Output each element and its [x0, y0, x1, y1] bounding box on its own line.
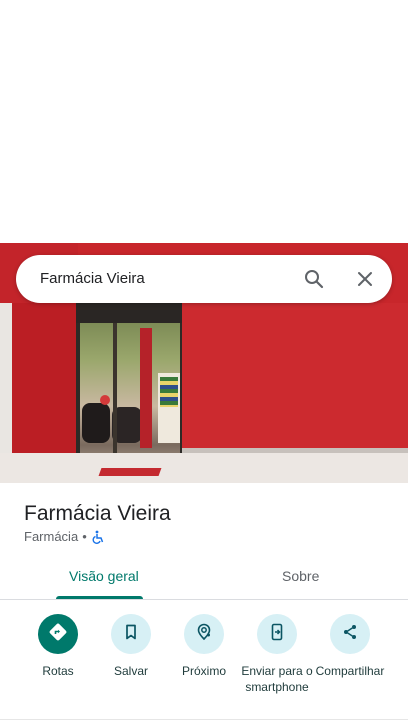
close-icon[interactable] [353, 267, 377, 291]
directions-label: Rotas [42, 664, 74, 678]
place-title: Farmácia Vieira [24, 502, 171, 525]
tab-bar: Visão geral Sobre [0, 556, 408, 600]
share-button[interactable]: Compartilhar [312, 614, 388, 679]
active-tab-indicator [56, 596, 143, 599]
nearby-button[interactable]: Próximo [166, 614, 242, 679]
place-subtitle: Farmácia • [24, 529, 105, 544]
save-button[interactable]: Salvar [93, 614, 169, 679]
share-label: Compartilhar [315, 664, 385, 678]
directions-button[interactable]: Rotas [20, 614, 96, 679]
save-label: Salvar [113, 664, 148, 678]
place-category: Farmácia [24, 529, 79, 544]
search-icon[interactable] [302, 267, 326, 291]
tab-overview[interactable]: Visão geral [69, 568, 139, 584]
tab-about[interactable]: Sobre [282, 568, 319, 584]
send-to-phone-button[interactable]: Enviar para o smartphone [239, 614, 315, 695]
bookmark-icon [121, 622, 141, 647]
send-to-phone-label: Enviar para o smartphone [241, 664, 313, 694]
nearby-label: Próximo [181, 664, 226, 678]
place-sheet: Farmácia Vieira Farmácia Vieira Farmácia… [0, 0, 408, 726]
send-to-phone-icon [267, 622, 287, 647]
wheelchair-accessible-icon [91, 530, 105, 544]
search-bar[interactable]: Farmácia Vieira [16, 255, 392, 303]
search-input[interactable]: Farmácia Vieira [40, 270, 145, 287]
divider [0, 719, 408, 720]
separator-dot: • [82, 529, 87, 544]
nearby-icon [194, 622, 214, 647]
map-blank-area[interactable] [0, 0, 408, 243]
directions-icon [48, 622, 68, 647]
share-icon [340, 622, 360, 647]
